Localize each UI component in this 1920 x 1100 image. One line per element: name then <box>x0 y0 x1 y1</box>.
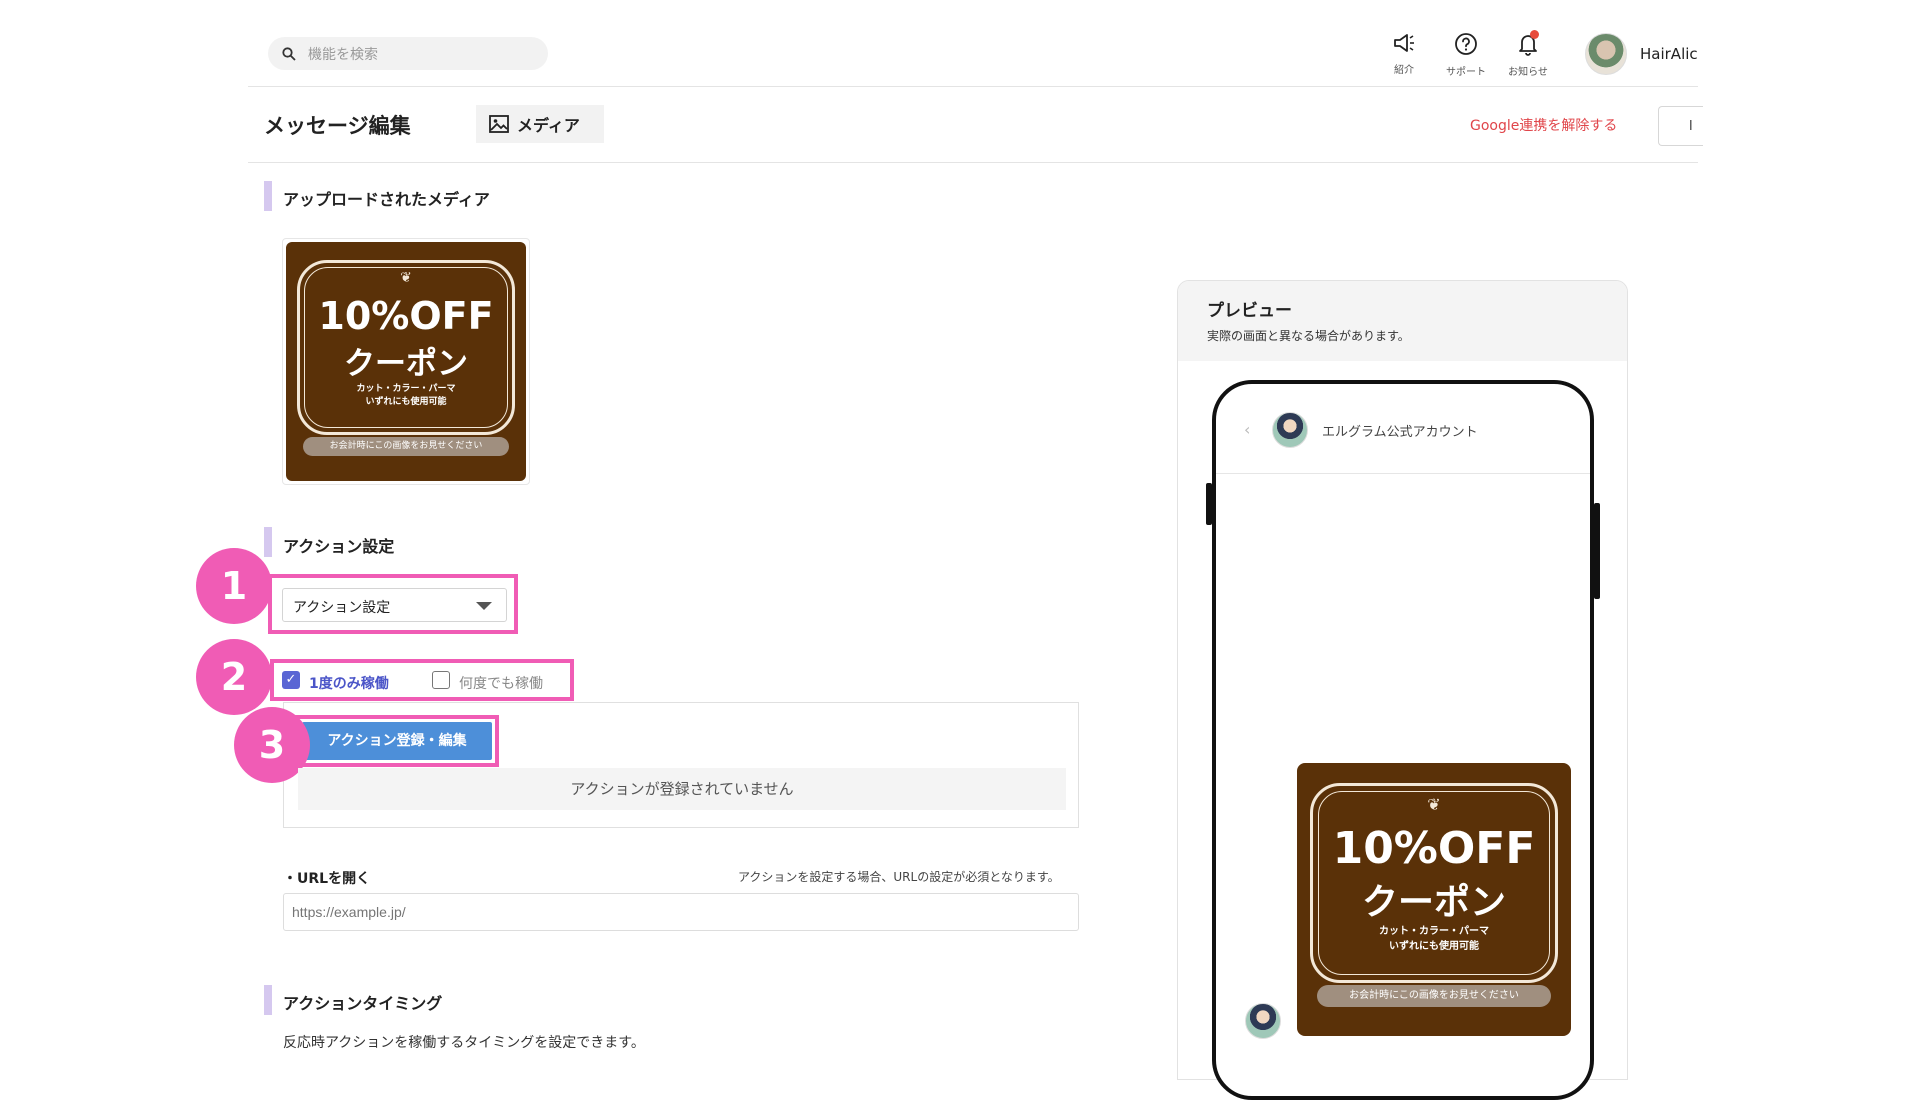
avatar[interactable] <box>1585 33 1627 75</box>
header-action-button[interactable]: l <box>1658 106 1703 146</box>
ornament-icon: ❦ <box>400 270 412 286</box>
tab-media-label: メディア <box>517 116 580 135</box>
google-unlink-link[interactable]: Google連携を解除する <box>1470 115 1617 135</box>
timing-description: 反応時アクションを稼働するタイミングを設定できます。 <box>283 1035 645 1051</box>
action-setting-title: アクション設定 <box>283 537 395 556</box>
search-input[interactable]: 機能を検索 <box>308 44 378 64</box>
preview-subtitle: 実際の画面と異なる場合があります。 <box>1207 329 1410 343</box>
chevron-down-icon <box>476 602 492 610</box>
coupon-headline: 10%OFF <box>1332 823 1536 874</box>
coupon-footer: お会計時にこの画像をお見せください <box>1317 985 1551 1007</box>
coupon-subhead: クーポン <box>344 346 468 382</box>
coupon-headline: 10%OFF <box>318 294 494 338</box>
coupon-line1: カット・カラー・パーマ <box>1379 926 1489 937</box>
phone-side-button <box>1594 503 1600 599</box>
help-icon <box>1455 33 1477 55</box>
coupon-footer: お会計時にこの画像をお見せください <box>303 437 509 456</box>
action-type-select[interactable]: アクション設定 <box>282 588 507 622</box>
message-avatar <box>1245 1003 1281 1039</box>
notification-dot <box>1530 30 1539 39</box>
tab-media[interactable]: メディア <box>476 105 604 143</box>
coupon-line1: カット・カラー・パーマ <box>356 384 456 394</box>
coupon-line2: いずれにも使用可能 <box>1389 941 1479 952</box>
header-divider <box>248 86 1698 87</box>
search-bar[interactable]: 機能を検索 <box>268 37 548 70</box>
step-badge: 1 <box>196 548 272 624</box>
phone-side-button <box>1206 483 1212 525</box>
section-marker <box>264 985 272 1015</box>
intro-label: 紹介 <box>1394 65 1414 76</box>
support-button[interactable]: サポート <box>1436 32 1496 78</box>
empty-action-message: アクションが登録されていません <box>298 768 1066 810</box>
url-input[interactable] <box>283 893 1079 931</box>
ornament-icon: ❦ <box>1427 795 1441 814</box>
coupon-image: ❦ 10%OFF クーポン カット・カラー・パーマ いずれにも使用可能 お会計時… <box>286 242 526 481</box>
repeat-label[interactable]: 何度でも稼働 <box>459 673 543 693</box>
coupon-line2: いずれにも使用可能 <box>365 397 447 407</box>
section-marker <box>264 527 272 557</box>
once-label[interactable]: 1度のみ稼働 <box>309 673 389 693</box>
username[interactable]: HairAlic <box>1640 45 1698 63</box>
search-icon <box>282 46 296 61</box>
back-chevron-icon[interactable]: ‹ <box>1244 420 1250 439</box>
repeat-checkbox[interactable] <box>432 671 450 689</box>
url-label: ・URLを開く <box>283 871 371 887</box>
preview-header <box>1178 281 1627 361</box>
support-label: サポート <box>1446 67 1486 78</box>
image-icon <box>489 115 509 133</box>
section-marker <box>264 181 272 211</box>
uploaded-media-title: アップロードされたメディア <box>283 190 490 209</box>
notification-label: お知らせ <box>1508 67 1548 78</box>
timing-title: アクションタイミング <box>283 994 443 1013</box>
preview-title: プレビュー <box>1207 301 1292 321</box>
phone-header-divider <box>1216 473 1590 474</box>
account-name: エルグラム公式アカウント <box>1322 425 1478 440</box>
title-divider <box>248 162 1698 163</box>
coupon-subhead: クーポン <box>1361 882 1506 923</box>
megaphone-icon <box>1394 34 1414 52</box>
uploaded-media-thumb[interactable]: ❦ 10%OFF クーポン カット・カラー・パーマ いずれにも使用可能 お会計時… <box>282 238 530 485</box>
step-badge: 2 <box>196 639 272 715</box>
once-checkbox[interactable]: ✓ <box>282 671 300 689</box>
url-note: アクションを設定する場合、URLの設定が必須となります。 <box>738 870 1060 884</box>
check-icon: ✓ <box>285 672 297 687</box>
preview-coupon-image: ❦ 10%OFF クーポン カット・カラー・パーマ いずれにも使用可能 お会計時… <box>1297 763 1571 1036</box>
register-action-button[interactable]: アクション登録・編集 <box>302 722 492 760</box>
action-type-value: アクション設定 <box>293 600 391 616</box>
account-avatar <box>1272 412 1308 448</box>
notification-button[interactable]: お知らせ <box>1498 32 1558 78</box>
page-title: メッセージ編集 <box>264 114 411 138</box>
intro-button[interactable]: 紹介 <box>1374 32 1434 76</box>
